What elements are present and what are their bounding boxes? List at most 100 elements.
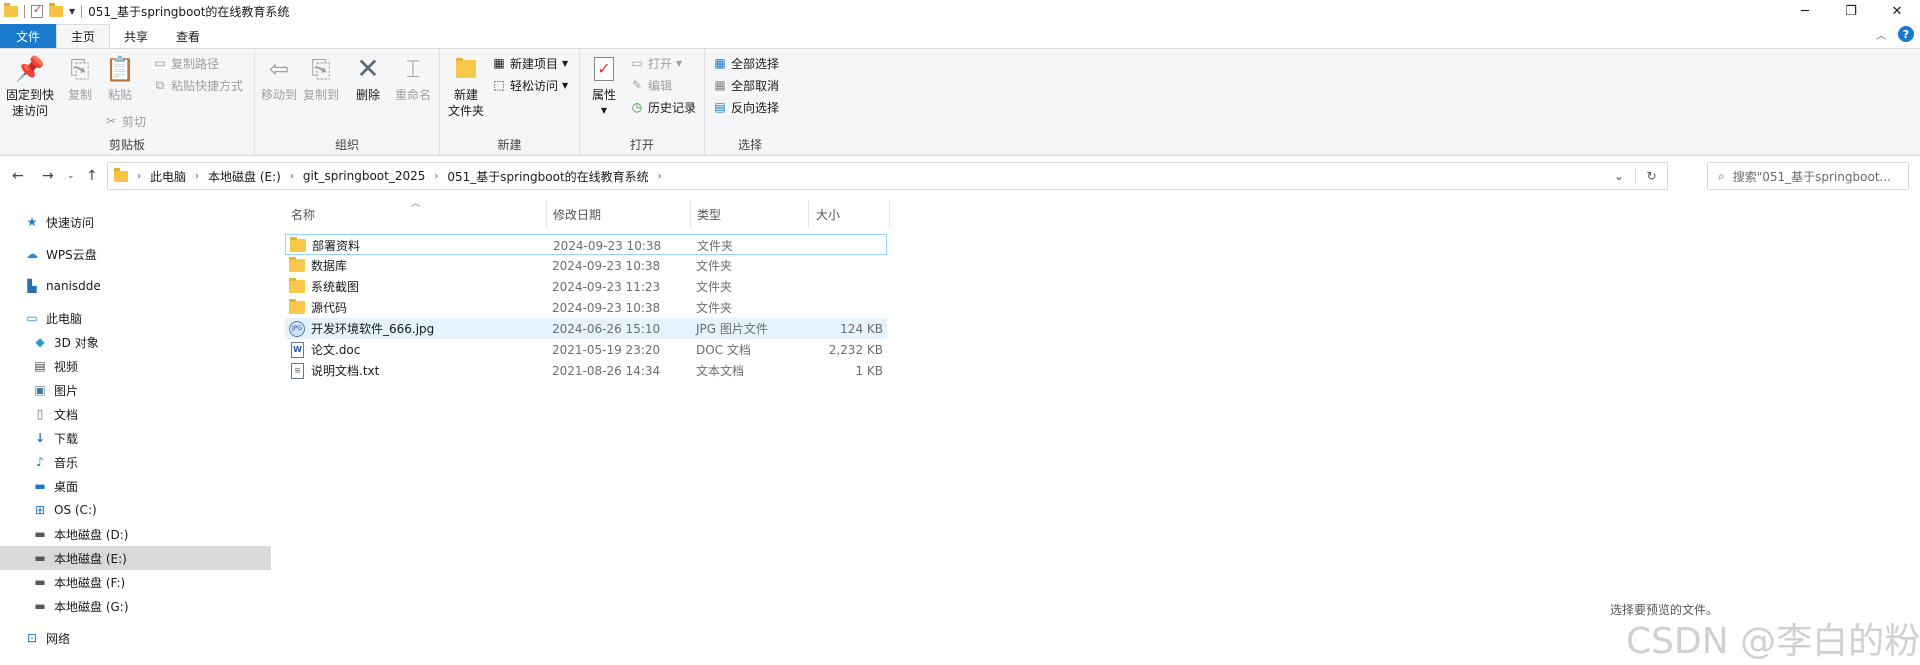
nav-network-label: 网络 xyxy=(46,631,71,646)
minimize-button[interactable]: ─ xyxy=(1782,0,1828,22)
column-divider[interactable] xyxy=(808,200,809,228)
text-file-icon: ≡ xyxy=(291,362,304,379)
search-placeholder: 搜索"051_基于springboot... xyxy=(1732,169,1891,184)
customize-toolbar-chevron-icon[interactable]: ▼ xyxy=(69,7,75,16)
copy-path-button[interactable]: ▭ 复制路径 xyxy=(153,53,219,73)
ribbon: 📌 固定到快 速访问 ⎘ 复制 📋 粘贴 ▭ 复制路径 ⧉ 粘贴快捷方式 ✂ 剪… xyxy=(0,48,1920,156)
nav-drive-g[interactable]: ▬ 本地磁盘 (G:) xyxy=(32,594,128,618)
easy-access-button[interactable]: ⬚ 轻松访问 ▼ xyxy=(492,75,568,95)
invert-selection-button[interactable]: ▤ 反向选择 xyxy=(713,97,779,117)
address-bar[interactable]: › 此电脑 › 本地磁盘 (E:) › git_springboot_2025 … xyxy=(107,162,1668,190)
table-row[interactable]: ≡ 说明文档.txt 2021-08-26 14:34 文本文档 1 KB xyxy=(285,360,887,381)
column-divider[interactable] xyxy=(546,200,547,228)
nav-drive-e-label: 本地磁盘 (E:) xyxy=(54,551,127,566)
breadcrumb-this-pc[interactable]: 此电脑 xyxy=(150,168,186,185)
folder-icon xyxy=(289,257,305,272)
recent-locations-chevron-icon[interactable]: ⌄ xyxy=(67,171,75,181)
nav-user[interactable]: ▙ nanisdde xyxy=(24,274,100,298)
nav-3d-objects[interactable]: ◆ 3D 对象 xyxy=(32,330,98,354)
column-header-size[interactable]: 大小 xyxy=(816,200,840,228)
copy-to-button[interactable]: ⎘ 复制到 xyxy=(303,53,339,103)
rename-icon: ⌶ xyxy=(405,55,421,83)
collapse-ribbon-chevron-icon[interactable]: ︿ xyxy=(1876,27,1886,42)
invert-selection-label: 反向选择 xyxy=(731,100,780,115)
table-row[interactable]: 系统截图 2024-09-23 11:23 文件夹 xyxy=(285,276,887,297)
table-row[interactable]: W 论文.doc 2021-05-19 23:20 DOC 文档 2,232 KB xyxy=(285,339,887,360)
pin-quick-access-button[interactable]: 📌 固定到快 速访问 xyxy=(6,53,54,119)
move-to-button[interactable]: ⇦ 移动到 xyxy=(261,53,297,103)
column-divider[interactable] xyxy=(690,200,691,228)
table-row[interactable]: 源代码 2024-09-23 10:38 文件夹 xyxy=(285,297,887,318)
paste-shortcut-label: 粘贴快捷方式 xyxy=(171,78,244,93)
help-icon[interactable]: ? xyxy=(1898,26,1914,42)
breadcrumb-git-springboot[interactable]: git_springboot_2025 xyxy=(303,169,426,183)
new-folder-button[interactable]: 新建 文件夹 xyxy=(448,53,484,119)
tab-share[interactable]: 共享 xyxy=(110,24,162,48)
rename-button[interactable]: ⌶ 重命名 xyxy=(395,53,431,103)
refresh-icon[interactable]: ↻ xyxy=(1635,169,1667,183)
tab-file[interactable]: 文件 xyxy=(0,24,57,48)
move-to-label: 移动到 xyxy=(261,88,298,102)
select-all-button[interactable]: ▦ 全部选择 xyxy=(713,53,779,73)
column-header-type[interactable]: 类型 xyxy=(697,200,721,228)
forward-arrow-icon[interactable]: → xyxy=(42,168,54,184)
easy-access-icon: ⬚ xyxy=(493,78,505,92)
nav-documents[interactable]: ▯ 文档 xyxy=(32,402,78,426)
nav-downloads[interactable]: ↓ 下载 xyxy=(32,426,78,450)
up-arrow-icon[interactable]: ↑ xyxy=(86,168,98,184)
nav-this-pc[interactable]: ▭ 此电脑 xyxy=(24,306,82,330)
tab-view[interactable]: 查看 xyxy=(162,24,214,48)
tab-home[interactable]: 主页 xyxy=(56,24,111,48)
properties-button[interactable]: ✓ 属性 ▼ xyxy=(588,53,620,119)
open-button[interactable]: ▭ 打开 ▼ xyxy=(630,53,682,73)
breadcrumb-chevron-icon[interactable]: › xyxy=(658,171,662,182)
new-folder-quick-icon[interactable] xyxy=(49,2,63,17)
breadcrumb-drive-e[interactable]: 本地磁盘 (E:) xyxy=(208,168,281,185)
search-input[interactable]: ⌕ 搜索"051_基于springboot... xyxy=(1707,162,1909,190)
address-dropdown-chevron-icon[interactable]: ⌄ xyxy=(1603,169,1635,183)
select-all-label: 全部选择 xyxy=(731,56,780,71)
nav-drive-f[interactable]: ▬ 本地磁盘 (F:) xyxy=(32,570,125,594)
breadcrumb-chevron-icon[interactable]: › xyxy=(290,171,294,182)
cut-button[interactable]: ✂ 剪切 xyxy=(104,111,146,131)
select-none-button[interactable]: ▦ 全部取消 xyxy=(713,75,779,95)
nav-drive-c[interactable]: ⊞ OS (C:) xyxy=(32,498,97,522)
back-arrow-icon[interactable]: ← xyxy=(12,168,24,184)
nav-network[interactable]: ⊡ 网络 xyxy=(24,626,70,650)
nav-desktop[interactable]: ▬ 桌面 xyxy=(32,474,78,498)
paste-button[interactable]: 📋 粘贴 xyxy=(104,53,136,103)
table-row[interactable]: 部署资料 2024-09-23 10:38 文件夹 xyxy=(285,234,887,255)
nav-drive-d[interactable]: ▬ 本地磁盘 (D:) xyxy=(32,522,128,546)
properties-quick-icon[interactable] xyxy=(31,3,43,18)
close-button[interactable]: ✕ xyxy=(1874,0,1920,22)
word-document-icon: W xyxy=(291,341,304,358)
file-name-cell: 源代码 xyxy=(289,297,347,318)
new-item-button[interactable]: ▦ 新建项目 ▼ xyxy=(492,53,568,73)
breadcrumb-chevron-icon[interactable]: › xyxy=(195,171,199,182)
copy-button[interactable]: ⎘ 复制 xyxy=(64,53,96,103)
nav-pictures[interactable]: ▣ 图片 xyxy=(32,378,78,402)
nav-drive-e[interactable]: ▬ 本地磁盘 (E:) xyxy=(0,546,271,570)
history-button[interactable]: ◷ 历史记录 xyxy=(630,97,696,117)
nav-videos[interactable]: ▤ 视频 xyxy=(32,354,78,378)
column-header-date[interactable]: 修改日期 xyxy=(553,200,601,228)
nav-music[interactable]: ♪ 音乐 xyxy=(32,450,78,474)
paste-shortcut-button[interactable]: ⧉ 粘贴快捷方式 xyxy=(153,75,243,95)
breadcrumb-chevron-icon[interactable]: › xyxy=(434,171,438,182)
table-row[interactable]: 数据库 2024-09-23 10:38 文件夹 xyxy=(285,255,887,276)
nav-quick-access[interactable]: ★ 快速访问 xyxy=(24,210,94,234)
table-row[interactable]: JPG 开发环境软件_666.jpg 2024-06-26 15:10 JPG 图… xyxy=(285,318,887,339)
file-name-cell: ≡ 说明文档.txt xyxy=(289,360,379,381)
nav-wps-label: WPS云盘 xyxy=(46,247,97,262)
breadcrumb-current-folder[interactable]: 051_基于springboot的在线教育系统 xyxy=(447,168,648,185)
select-none-icon: ▦ xyxy=(714,78,726,92)
delete-button[interactable]: ✕ 删除 xyxy=(352,53,384,103)
file-date: 2024-09-23 10:38 xyxy=(552,300,661,315)
column-header-name[interactable]: 名称 xyxy=(291,200,315,228)
edit-button[interactable]: ✎ 编辑 xyxy=(630,75,672,95)
breadcrumb-chevron-icon[interactable]: › xyxy=(137,171,141,182)
column-divider[interactable] xyxy=(889,200,890,228)
nav-wps-cloud[interactable]: ☁ WPS云盘 xyxy=(24,242,97,266)
maximize-button[interactable]: ❐ xyxy=(1828,0,1874,22)
watermark: CSDN @李白的粉 xyxy=(1626,621,1920,662)
